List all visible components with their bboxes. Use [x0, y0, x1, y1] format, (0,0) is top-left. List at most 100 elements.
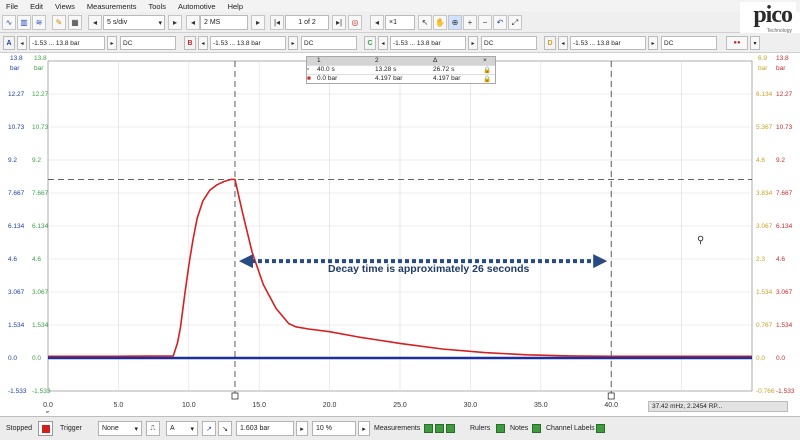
rulers-toggle[interactable]: [496, 421, 505, 436]
persistence-mode-icon[interactable]: ≋: [32, 15, 46, 30]
lock-icon[interactable]: 🔒: [483, 75, 495, 83]
right-tick-d: 3.834: [756, 190, 773, 197]
menu-measurements[interactable]: Measurements: [87, 2, 137, 11]
undo-zoom-icon[interactable]: ↶: [493, 15, 507, 30]
channel-labels-toggle[interactable]: [596, 421, 605, 436]
channel-b-range-value: -1.53 ... 13.8 bar: [213, 39, 261, 47]
left-axis-unit-c: bar: [34, 65, 44, 72]
delete-measurement-icon[interactable]: [446, 424, 455, 433]
ruler-signal-2: 4.197 bar: [375, 75, 403, 82]
channel-a-probe-icon[interactable]: ◂: [17, 36, 27, 50]
trigger-level-field[interactable]: 1.603 bar: [236, 421, 294, 436]
channel-a-range-up[interactable]: ▸: [107, 36, 117, 50]
edit-measurement-icon[interactable]: [435, 424, 444, 433]
left-tick-a: 10.73: [8, 124, 25, 131]
hand-tool-icon[interactable]: ✋: [433, 15, 447, 30]
zoom-down-button[interactable]: ◂: [370, 15, 384, 30]
channel-d-letter: D: [547, 39, 553, 47]
left-tick-a: 3.067: [8, 289, 25, 296]
menu-edit[interactable]: Edit: [30, 2, 43, 11]
channel-d-button[interactable]: D: [544, 36, 556, 50]
channel-a-range[interactable]: -1.53 ... 13.8 bar: [29, 36, 105, 50]
waveform-plot[interactable]: 0.05.010.015.020.025.030.035.040.045.050…: [0, 53, 800, 413]
channel-labels-label-text: Channel Labels: [546, 425, 595, 432]
channel-b-range[interactable]: -1.53 ... 13.8 bar: [210, 36, 286, 50]
trigger-edge-icon[interactable]: ⎍: [146, 421, 160, 436]
trigger-channel-select[interactable]: A ▾: [166, 421, 198, 436]
probe-wizard-icon[interactable]: ✎: [52, 15, 66, 30]
zoom-box-icon[interactable]: ⊕: [448, 15, 462, 30]
channel-c-range-up[interactable]: ▸: [468, 36, 478, 50]
samples-up-button[interactable]: ▸: [251, 15, 265, 30]
channel-b-coupling[interactable]: DC: [301, 36, 357, 50]
falling-edge-icon[interactable]: ↘: [218, 421, 232, 436]
pretrigger-field[interactable]: 10 %: [312, 421, 356, 436]
pointer-tool-icon[interactable]: ↖: [418, 15, 432, 30]
channel-d-coupling[interactable]: DC: [661, 36, 717, 50]
first-buffer-button[interactable]: |◂: [270, 15, 284, 30]
channel-a-coupling-value: DC: [123, 39, 133, 47]
stop-button[interactable]: [38, 421, 53, 436]
channel-b-range-up[interactable]: ▸: [288, 36, 298, 50]
pretrigger-up[interactable]: ▸: [358, 421, 370, 436]
right-tick-b: 10.73: [776, 124, 793, 131]
buffer-value: 1 of 2: [298, 19, 316, 26]
menu-tools[interactable]: Tools: [149, 2, 167, 11]
channel-c-coupling[interactable]: DC: [481, 36, 537, 50]
lock-icon[interactable]: 🔒: [483, 66, 495, 74]
channel-d-range-up[interactable]: ▸: [648, 36, 658, 50]
zoom-in-icon[interactable]: +: [463, 15, 477, 30]
x-tick-label: 0.0: [43, 402, 53, 409]
next-buffer-button[interactable]: ▸|: [332, 15, 346, 30]
trigger-mode-select[interactable]: None ▾: [98, 421, 142, 436]
samples-select[interactable]: 2 MS: [200, 15, 248, 30]
time-ruler-icon: ▫: [307, 66, 310, 73]
samples-down-button[interactable]: ◂: [186, 15, 200, 30]
rising-edge-icon[interactable]: ↗: [202, 421, 216, 436]
menu-automotive[interactable]: Automotive: [178, 2, 216, 11]
channel-d-probe-icon[interactable]: ◂: [558, 36, 568, 50]
channel-c-button[interactable]: C: [364, 36, 376, 50]
grid-icon[interactable]: ▦: [68, 15, 82, 30]
channel-b-button[interactable]: B: [184, 36, 196, 50]
decay-annotation: Decay time is approximately 26 seconds: [328, 263, 530, 275]
zoom-out-icon[interactable]: −: [478, 15, 492, 30]
channel-c-probe-icon[interactable]: ◂: [378, 36, 388, 50]
scope-view[interactable]: 0.05.010.015.020.025.030.035.040.045.050…: [0, 53, 800, 413]
trigger-level-value: 1.603 bar: [240, 425, 270, 432]
channel-c-letter: C: [367, 39, 373, 47]
buffer-overview-icon[interactable]: ◎: [348, 15, 362, 30]
notes-toggle[interactable]: [532, 421, 541, 436]
add-measurement-icon[interactable]: [424, 424, 433, 433]
channel-a-coupling[interactable]: DC: [120, 36, 176, 50]
timebase-up-button[interactable]: ▸: [168, 15, 182, 30]
ruler-measurement-table[interactable]: 1 2 Δ × ▫ 40.0 s 13.28 s 26.72 s 🔒 ■ 0.0…: [306, 56, 496, 84]
timebase-down-button[interactable]: ◂: [88, 15, 102, 30]
zoom-value: ×1: [389, 19, 397, 26]
x-tick-label: 15.0: [252, 402, 266, 409]
x-tick-label: 35.0: [534, 402, 548, 409]
channel-labels-icon: [596, 424, 605, 433]
right-tick-b: 6.134: [776, 223, 793, 230]
close-icon[interactable]: ×: [483, 57, 495, 65]
menu-views[interactable]: Views: [55, 2, 75, 11]
zoom-select[interactable]: ×1: [385, 15, 415, 30]
magnifier-icon: ⚲: [697, 235, 704, 246]
channel-c-range[interactable]: -1.53 ... 13.8 bar: [390, 36, 466, 50]
scope-mode-icon[interactable]: ∿: [2, 15, 16, 30]
menu-help[interactable]: Help: [228, 2, 243, 11]
spectrum-mode-icon[interactable]: ▥: [17, 15, 31, 30]
channel-a-button[interactable]: A: [3, 36, 15, 50]
channel-menu-icon[interactable]: ▾: [750, 36, 760, 50]
channel-d-range[interactable]: -1.53 ... 13.8 bar: [570, 36, 646, 50]
math-channels-icon[interactable]: ●●: [726, 36, 748, 50]
left-tick-a: 6.134: [8, 223, 25, 230]
menu-file[interactable]: File: [6, 2, 18, 11]
buffer-navigator[interactable]: 1 of 2: [285, 15, 329, 30]
trigger-level-up[interactable]: ▸: [296, 421, 308, 436]
channel-b-probe-icon[interactable]: ◂: [198, 36, 208, 50]
zoom-fit-icon[interactable]: ⤢: [508, 15, 522, 30]
ruler-col-1: 1: [317, 57, 321, 64]
channel-labels-label: Channel Labels: [546, 421, 595, 436]
timebase-select[interactable]: 5 s/div ▾: [103, 15, 165, 30]
